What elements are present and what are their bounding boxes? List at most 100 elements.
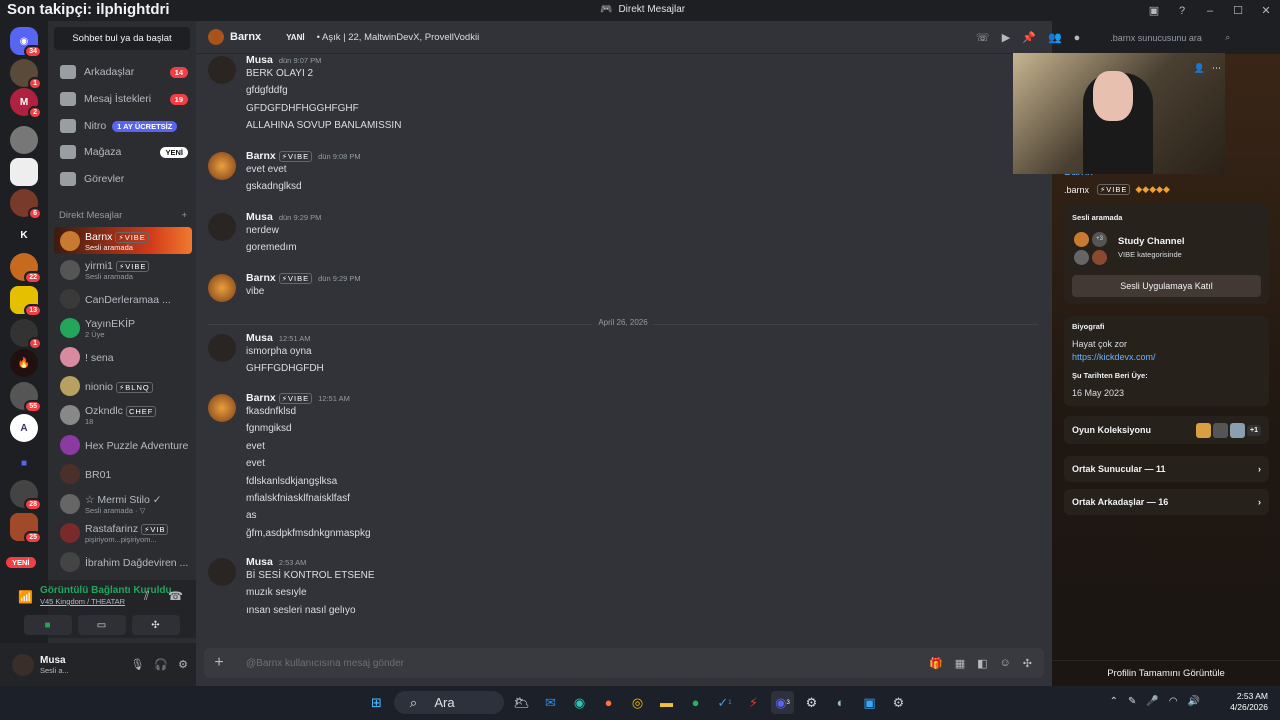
disconnect-icon[interactable]: ☎: [168, 589, 183, 603]
headphones-icon[interactable]: 🎧: [154, 658, 168, 671]
app-icon[interactable]: ⚡: [742, 691, 765, 714]
outlook-icon[interactable]: ✉: [539, 691, 562, 714]
avatar[interactable]: [208, 213, 236, 241]
activities-button[interactable]: ✣: [131, 615, 180, 635]
server-icon[interactable]: 55: [10, 382, 42, 413]
inbox-icon[interactable]: ▣: [1140, 4, 1168, 17]
settings-icon[interactable]: ⚙: [178, 658, 188, 671]
chrome-icon[interactable]: ◎: [626, 691, 649, 714]
explorer-icon[interactable]: ▬: [655, 691, 678, 714]
firefox-icon[interactable]: ●: [597, 691, 620, 714]
new-servers-pill[interactable]: YENİ: [6, 557, 36, 568]
gift-icon[interactable]: 🎁: [929, 657, 943, 670]
add-friend-icon[interactable]: 👥: [1048, 31, 1062, 44]
voice-channel-name[interactable]: Study Channel: [1118, 236, 1185, 247]
server-icon[interactable]: 28: [10, 480, 42, 511]
settings-icon[interactable]: ⚙: [887, 691, 910, 714]
chat-avatar[interactable]: [208, 29, 224, 45]
signal-icon[interactable]: 📶: [18, 590, 33, 604]
message-author[interactable]: Barnx: [246, 150, 276, 162]
message-author[interactable]: Musa: [246, 54, 273, 66]
steam-icon[interactable]: ◐: [829, 691, 852, 714]
wifi-icon[interactable]: ◠: [1169, 696, 1178, 707]
server-folder-icon[interactable]: ■: [10, 449, 38, 477]
video-call-icon[interactable]: ▶: [1002, 31, 1010, 44]
help-icon[interactable]: ?: [1168, 5, 1196, 17]
dm-item[interactable]: nionio ⚡BLNQ: [54, 372, 192, 399]
avatar[interactable]: [208, 274, 236, 302]
home-button[interactable]: ◉ 34: [10, 27, 42, 58]
user-profile-icon[interactable]: ●: [1074, 32, 1081, 44]
server-icon[interactable]: 22: [10, 253, 42, 284]
taskbar-search[interactable]: ⌕ Ara: [394, 691, 504, 714]
close-button[interactable]: ✕: [1252, 4, 1280, 17]
server-icon[interactable]: 6: [10, 189, 42, 220]
dm-item[interactable]: Ozkndlc CHEF 18: [54, 401, 192, 428]
avatar[interactable]: [208, 56, 236, 84]
server-icon[interactable]: 1: [10, 319, 42, 350]
avatar[interactable]: [208, 334, 236, 362]
voice-channel-link[interactable]: V45 Kingdom / THEATAR: [40, 597, 125, 606]
maximize-button[interactable]: ☐: [1224, 4, 1252, 17]
dm-item[interactable]: İbrahim Dağdeviren ...: [54, 548, 192, 575]
apps-icon[interactable]: ✣: [1023, 657, 1032, 670]
gif-icon[interactable]: ▦: [955, 657, 965, 670]
microphone-icon[interactable]: 🎙: [130, 658, 144, 671]
server-icon[interactable]: 🔥: [10, 349, 38, 377]
vscode-icon[interactable]: ✓ 1: [713, 691, 736, 714]
dm-item[interactable]: yirmi1 ⚡VIBE Sesli aramada: [54, 256, 192, 283]
server-icon[interactable]: 25: [10, 513, 42, 544]
discord-taskbar-icon[interactable]: ◉ 3: [771, 691, 794, 714]
message-input[interactable]: @Barnx kullanıcısına mesaj gönder: [246, 658, 404, 669]
avatar[interactable]: [208, 152, 236, 180]
nav-friends[interactable]: Arkadaşlar 14: [54, 60, 188, 84]
find-conversation-button[interactable]: Sohbet bul ya da başlat: [54, 27, 190, 50]
mutual-friends-row[interactable]: Ortak Arkadaşlar — 16 ›: [1064, 489, 1269, 515]
message-author[interactable]: Musa: [246, 332, 273, 344]
create-dm-button[interactable]: +: [181, 210, 187, 221]
noise-suppression-icon[interactable]: ⫽: [144, 589, 149, 604]
server-icon[interactable]: 1: [10, 59, 42, 90]
server-icon[interactable]: [10, 158, 38, 186]
volume-icon[interactable]: 🔊: [1188, 696, 1200, 707]
server-icon[interactable]: A: [10, 414, 38, 442]
chat-title[interactable]: Barnx: [230, 31, 261, 43]
view-full-profile-button[interactable]: Profilin Tamamını Görüntüle: [1052, 660, 1280, 686]
widgets-icon[interactable]: 🌥: [510, 691, 533, 714]
pin-icon[interactable]: 📌: [1022, 31, 1036, 44]
message-author[interactable]: Musa: [246, 211, 273, 223]
message-composer[interactable]: + @Barnx kullanıcısına mesaj gönder 🎁 ▦ ◧ ☺…: [204, 648, 1044, 678]
nav-quests[interactable]: Görevler: [54, 167, 188, 191]
sticker-icon[interactable]: ◧: [977, 657, 987, 670]
dm-item[interactable]: ☆ Mermi Stilo ✓ Sesli aramada · ▽: [54, 490, 192, 517]
spotify-icon[interactable]: ●: [684, 691, 707, 714]
dm-item[interactable]: Rastafarinz ⚡VIB pişiriyom...pişiriyom...: [54, 519, 192, 546]
voice-call-icon[interactable]: ☏: [976, 31, 990, 44]
avatar[interactable]: [208, 558, 236, 586]
camera-button[interactable]: ■: [23, 615, 72, 635]
avatar[interactable]: [208, 394, 236, 422]
nav-shop[interactable]: Mağaza YENİ: [54, 140, 188, 164]
attach-button[interactable]: +: [204, 654, 234, 672]
minimize-button[interactable]: –: [1196, 5, 1224, 17]
server-icon[interactable]: 13: [10, 286, 42, 317]
bio-link[interactable]: https://kickdevx.com/: [1072, 352, 1156, 362]
screen-share-button[interactable]: ▭: [77, 615, 126, 635]
dm-item[interactable]: Barnx ⚡VIBE Sesli aramada: [54, 227, 192, 254]
mic-icon[interactable]: 🎤: [1146, 696, 1158, 707]
dm-item[interactable]: ! sena: [54, 343, 192, 370]
game-collection-row[interactable]: Oyun Koleksiyonu +1: [1064, 416, 1269, 444]
server-icon[interactable]: K: [10, 221, 38, 249]
clock[interactable]: 2:53 AM 4/26/2026: [1230, 691, 1268, 713]
chevron-up-icon[interactable]: ⌃: [1110, 696, 1118, 707]
start-icon[interactable]: ⊞: [365, 691, 388, 714]
app-icon[interactable]: ▣: [858, 691, 881, 714]
nav-message-requests[interactable]: Mesaj İstekleri 19: [54, 87, 188, 111]
search-input[interactable]: .barnx sunucusunu ara ⌕: [1104, 28, 1237, 47]
join-voice-button[interactable]: Sesli Uygulamaya Katıl: [1072, 275, 1261, 297]
pen-icon[interactable]: ✎: [1128, 696, 1136, 707]
app-icon[interactable]: ⚙: [800, 691, 823, 714]
emoji-icon[interactable]: ☺: [1000, 657, 1011, 670]
dm-item[interactable]: YayınEKİP 2 Üye: [54, 314, 192, 341]
message-author[interactable]: Barnx: [246, 392, 276, 404]
